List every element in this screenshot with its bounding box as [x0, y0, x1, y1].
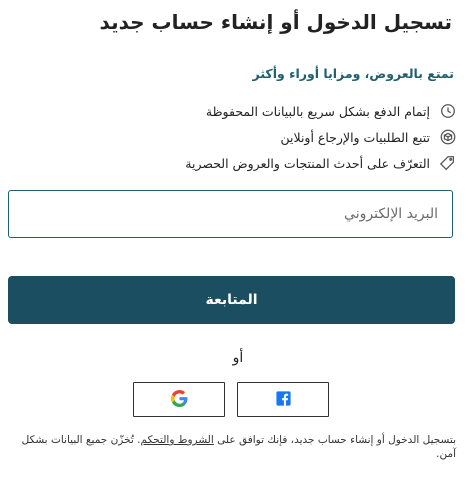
google-login-button[interactable] [133, 382, 225, 417]
email-field-container [8, 190, 453, 238]
facebook-icon [275, 390, 292, 410]
terms-notice: بتسجيل الدخول أو إنشاء حساب جديد، فإنك ت… [12, 433, 456, 461]
or-divider: أو [232, 350, 244, 366]
benefit-text: إتمام الدفع بشكل سريع بالبيانات المحفوظة [205, 103, 430, 119]
continue-button[interactable]: المتابعة [8, 276, 455, 324]
tag-icon [438, 153, 458, 173]
clock-icon [438, 101, 458, 121]
benefit-text: تتبع الطلبيات والإرجاع أونلاين [280, 129, 431, 145]
benefit-text: التعرّف على أحدث المنتجات والعروض الحصري… [185, 155, 430, 171]
package-icon [438, 127, 458, 147]
terms-link[interactable]: الشروط والتحكم [140, 434, 213, 446]
benefit-item-exclusive-offers: التعرّف على أحدث المنتجات والعروض الحصري… [10, 150, 458, 176]
promo-subtitle: تمتع بالعروض، ومزايا أوراء وأكثر [252, 66, 454, 81]
email-input[interactable] [23, 191, 438, 237]
benefit-item-track-orders: تتبع الطلبيات والإرجاع أونلاين [10, 124, 458, 150]
terms-prefix: بتسجيل الدخول أو إنشاء حساب جديد، فإنك ت… [213, 434, 456, 446]
benefit-item-fast-checkout: إتمام الدفع بشكل سريع بالبيانات المحفوظة [10, 98, 458, 124]
benefits-list: إتمام الدفع بشكل سريع بالبيانات المحفوظة… [10, 98, 458, 176]
google-icon [170, 389, 188, 410]
facebook-login-button[interactable] [237, 382, 329, 417]
page-title: تسجيل الدخول أو إنشاء حساب جديد [99, 10, 452, 34]
